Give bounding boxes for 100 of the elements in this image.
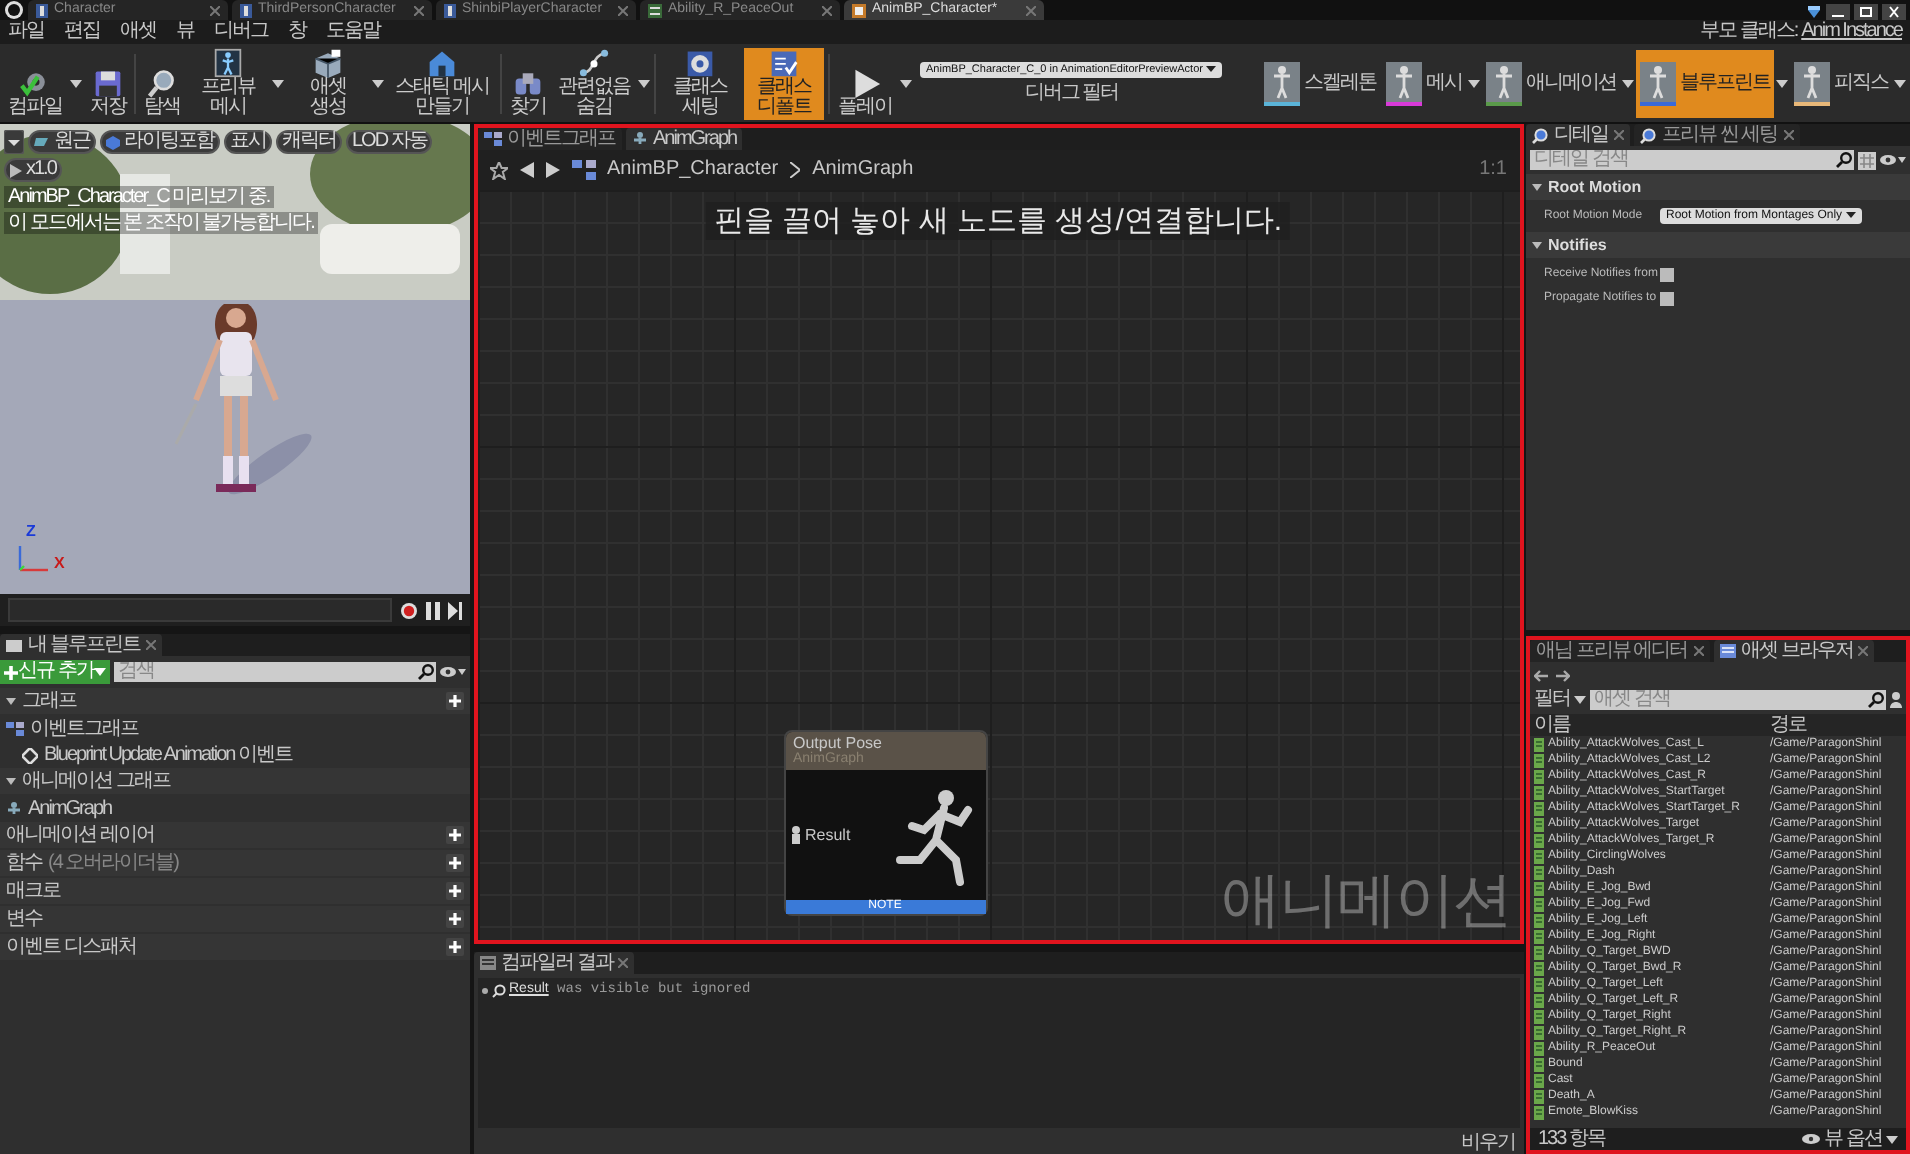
category-header[interactable]: Notifies: [1548, 235, 1607, 255]
toolbar-button[interactable]: 컴파일: [4, 47, 66, 119]
forward-arrow-icon[interactable]: [1556, 669, 1570, 681]
caret-icon[interactable]: [1776, 79, 1788, 87]
menu-item[interactable]: 편집: [64, 20, 100, 44]
checkbox[interactable]: [1660, 291, 1674, 305]
panel-tab[interactable]: 내 블루프린트: [0, 634, 162, 656]
caret-icon[interactable]: [1894, 79, 1906, 87]
view-options-button[interactable]: 뷰 옵션: [1802, 1127, 1898, 1151]
search-icon[interactable]: [1834, 150, 1854, 170]
toolbar-button[interactable]: 저장: [86, 47, 130, 119]
toolbar-button[interactable]: 스태틱 메시 만들기: [388, 47, 496, 119]
breadcrumb-link[interactable]: AnimBP_Character: [607, 158, 779, 182]
caret-icon[interactable]: [900, 79, 912, 87]
section-header[interactable]: 그래프: [22, 688, 76, 714]
pose-pin-icon[interactable]: [789, 826, 801, 845]
menu-item[interactable]: 파일: [8, 20, 44, 44]
viewport-button[interactable]: 캐릭터: [276, 130, 342, 154]
panel-tab[interactable]: 디테일: [1526, 124, 1630, 146]
viewport-button[interactable]: LOD 자동: [346, 130, 433, 154]
tree-item[interactable]: AnimGraph: [28, 796, 112, 822]
tree-item[interactable]: 이벤트그래프: [30, 716, 138, 742]
panel-tab[interactable]: 컴파일러 결과: [473, 952, 635, 974]
menu-item[interactable]: 창: [288, 20, 306, 44]
caret-icon[interactable]: [1622, 79, 1634, 87]
column-header[interactable]: 경로: [1770, 714, 1806, 736]
search-icon[interactable]: [1866, 690, 1886, 710]
expand-arrow-icon[interactable]: [6, 776, 16, 786]
pause-icon[interactable]: [426, 601, 440, 619]
column-header[interactable]: 이름: [1530, 714, 1770, 736]
caret-icon[interactable]: [272, 79, 284, 87]
section-header[interactable]: 함수: [6, 850, 42, 876]
record-icon[interactable]: [400, 601, 418, 619]
graph-tab[interactable]: 이벤트그래프: [477, 128, 621, 150]
toolbar-button[interactable]: 관련없음 숨김: [554, 47, 634, 119]
menu-item[interactable]: 도움말: [326, 20, 380, 44]
toolbar-button[interactable]: 클래스 세팅: [660, 47, 740, 119]
tree-item[interactable]: Blueprint Update Animation 이벤트: [44, 742, 292, 768]
add-new-button[interactable]: 신규 추가: [0, 660, 110, 684]
close-icon[interactable]: [1882, 4, 1906, 20]
clear-button[interactable]: 비우기: [1461, 1131, 1515, 1154]
parent-class-link[interactable]: Anim Instance: [1801, 20, 1902, 44]
panel-tab[interactable]: 프리뷰 씬 세팅: [1634, 124, 1800, 146]
section-header[interactable]: 매크로: [6, 878, 60, 904]
section-header[interactable]: 변수: [6, 906, 42, 932]
mode-button[interactable]: 애니메이션: [1482, 49, 1620, 117]
restore-icon[interactable]: [1854, 4, 1878, 20]
expand-arrow-icon[interactable]: [1532, 182, 1542, 192]
eye-icon[interactable]: [1880, 154, 1906, 166]
graph-tab[interactable]: AnimGraph: [625, 128, 743, 150]
category-header[interactable]: Root Motion: [1548, 177, 1642, 197]
caret-icon[interactable]: [1468, 79, 1480, 87]
caret-icon[interactable]: [638, 79, 650, 87]
toolbar-button[interactable]: 클래스 디폴트: [744, 47, 824, 119]
viewport-button[interactable]: x1.0: [4, 158, 62, 182]
plus-icon[interactable]: [446, 882, 464, 900]
star-icon[interactable]: [489, 161, 507, 179]
search-field[interactable]: 디테일 검색: [1530, 150, 1834, 170]
minimize-icon[interactable]: [1826, 4, 1850, 20]
plus-icon[interactable]: [446, 826, 464, 844]
toolbar-button[interactable]: 찾기: [506, 47, 550, 119]
mode-button[interactable]: 메시: [1382, 49, 1466, 117]
viewport-button[interactable]: 원근: [28, 130, 96, 154]
plus-icon[interactable]: [446, 910, 464, 928]
search-icon[interactable]: [416, 662, 436, 682]
caret-icon[interactable]: [70, 79, 82, 87]
panel-tab[interactable]: 애셋 브라우저: [1713, 640, 1875, 662]
mode-button[interactable]: 스켈레톤: [1260, 49, 1380, 117]
step-forward-icon[interactable]: [448, 601, 462, 619]
back-arrow-icon[interactable]: [1534, 669, 1548, 681]
breadcrumb-link[interactable]: AnimGraph: [812, 158, 914, 182]
menu-item[interactable]: 애셋: [120, 20, 156, 44]
checkbox[interactable]: [1660, 267, 1674, 281]
menu-item[interactable]: 뷰: [176, 20, 194, 44]
expand-arrow-icon[interactable]: [1532, 240, 1542, 250]
panel-tab[interactable]: 애님 프리뷰 에디터: [1530, 640, 1710, 662]
back-arrow-icon[interactable]: [519, 162, 533, 178]
search-icon[interactable]: [491, 983, 505, 998]
grid-view-icon[interactable]: [1858, 151, 1876, 169]
forward-arrow-icon[interactable]: [545, 162, 559, 178]
person-icon[interactable]: [1890, 692, 1902, 708]
plus-icon[interactable]: [446, 938, 464, 956]
filter-button[interactable]: 필터: [1534, 688, 1586, 712]
toolbar-button[interactable]: 애셋 생성: [288, 47, 368, 119]
eye-icon[interactable]: [440, 666, 466, 678]
search-field[interactable]: 검색: [113, 662, 416, 682]
mode-button[interactable]: 블루프린트: [1636, 49, 1774, 117]
plus-icon[interactable]: [446, 854, 464, 872]
expand-arrow-icon[interactable]: [6, 696, 16, 706]
search-field[interactable]: 애셋 검색: [1590, 690, 1866, 710]
toolbar-button[interactable]: 플레이: [834, 47, 896, 119]
dropdown-button[interactable]: [4, 130, 24, 154]
caret-icon[interactable]: [372, 79, 384, 87]
menu-item[interactable]: 디버그: [214, 20, 268, 44]
plus-icon[interactable]: [446, 692, 464, 710]
mode-button[interactable]: 피직스: [1790, 49, 1892, 117]
toolbar-button[interactable]: 탐색: [140, 47, 184, 119]
toolbar-button[interactable]: 프리뷰 메시: [188, 47, 268, 119]
viewport-button[interactable]: 라이팅포함: [100, 130, 220, 154]
viewport-button[interactable]: 표시: [224, 130, 272, 154]
